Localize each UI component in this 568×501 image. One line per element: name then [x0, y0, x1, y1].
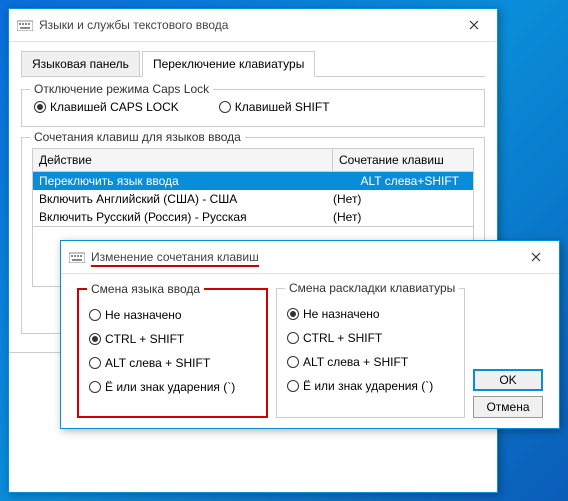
hotkey-combo: (Нет): [333, 192, 467, 206]
main-titlebar: Языки и службы текстового ввода: [9, 9, 497, 42]
hotkey-action: Включить Английский (США) - США: [39, 192, 333, 206]
hotkeys-legend: Сочетания клавиш для языков ввода: [30, 130, 245, 144]
radio-label: Не назначено: [303, 307, 380, 321]
hotkey-row[interactable]: Включить Русский (Россия) - Русская (Нет…: [33, 208, 473, 226]
hotkey-list-header: Действие Сочетание клавиш: [32, 148, 474, 171]
radio-label: ALT слева + SHIFT: [105, 356, 210, 370]
layout-radio-ctrlshift[interactable]: CTRL + SHIFT: [287, 331, 454, 345]
capslock-radio-shift[interactable]: Клавишей SHIFT: [219, 100, 330, 114]
modal-content: Смена языка ввода Не назначено CTRL + SH…: [61, 274, 559, 428]
modal-titlebar: Изменение сочетания клавиш: [61, 241, 559, 274]
radio-dot-icon: [287, 332, 299, 344]
radio-dot-icon: [89, 333, 101, 345]
modal-title: Изменение сочетания клавиш: [91, 250, 521, 264]
capslock-radio-caps[interactable]: Клавишей CAPS LOCK: [34, 100, 179, 114]
layout-radio-altshift[interactable]: ALT слева + SHIFT: [287, 355, 454, 369]
main-title: Языки и службы текстового ввода: [39, 18, 459, 32]
modal-buttons: OK Отмена: [473, 288, 543, 418]
input-lang-legend: Смена языка ввода: [87, 282, 204, 296]
radio-label: CTRL + SHIFT: [303, 331, 382, 345]
radio-label: Ё или знак ударения (`): [303, 379, 433, 393]
hotkey-row[interactable]: Включить Английский (США) - США (Нет): [33, 190, 473, 208]
layout-radio-none[interactable]: Не назначено: [287, 307, 454, 321]
lang-radio-grave[interactable]: Ё или знак ударения (`): [89, 380, 256, 394]
hotkey-combo: ALT слева+SHIFT: [333, 174, 467, 188]
col-combo: Сочетание клавиш: [333, 149, 473, 171]
radio-label: ALT слева + SHIFT: [303, 355, 408, 369]
radio-dot-icon: [287, 308, 299, 320]
radio-dot-icon: [34, 101, 46, 113]
modal-window: Изменение сочетания клавиш Смена языка в…: [60, 240, 560, 429]
hotkey-list[interactable]: Переключить язык ввода ALT слева+SHIFT В…: [32, 171, 474, 227]
lang-radio-ctrlshift[interactable]: CTRL + SHIFT: [89, 332, 256, 346]
hotkey-action: Переключить язык ввода: [39, 174, 333, 188]
lang-radio-altshift[interactable]: ALT слева + SHIFT: [89, 356, 256, 370]
tab-bar: Языковая панель Переключение клавиатуры: [21, 50, 485, 77]
tab-language-bar[interactable]: Языковая панель: [21, 51, 140, 77]
radio-dot-icon: [89, 381, 101, 393]
layout-group: Смена раскладки клавиатуры Не назначено …: [276, 288, 465, 418]
tab-keyboard-switch[interactable]: Переключение клавиатуры: [142, 51, 315, 77]
capslock-radio-shift-label: Клавишей SHIFT: [235, 100, 330, 114]
radio-dot-icon: [219, 101, 231, 113]
radio-label: CTRL + SHIFT: [105, 332, 184, 346]
lang-radio-none[interactable]: Не назначено: [89, 308, 256, 322]
hotkey-row[interactable]: Переключить язык ввода ALT слева+SHIFT: [33, 172, 473, 190]
radio-dot-icon: [89, 357, 101, 369]
radio-dot-icon: [287, 380, 299, 392]
radio-dot-icon: [89, 309, 101, 321]
keyboard-icon: [69, 249, 85, 265]
keyboard-icon: [17, 17, 33, 33]
layout-radio-grave[interactable]: Ё или знак ударения (`): [287, 379, 454, 393]
radio-dot-icon: [287, 356, 299, 368]
hotkey-action: Включить Русский (Россия) - Русская: [39, 210, 333, 224]
modal-close-button[interactable]: [521, 247, 551, 267]
radio-label: Не назначено: [105, 308, 182, 322]
capslock-group: Отключение режима Caps Lock Клавишей CAP…: [21, 89, 485, 127]
col-action: Действие: [33, 149, 333, 171]
input-lang-group: Смена языка ввода Не назначено CTRL + SH…: [77, 288, 268, 418]
modal-cancel-button[interactable]: Отмена: [473, 396, 543, 418]
layout-legend: Смена раскладки клавиатуры: [285, 281, 459, 295]
capslock-radio-caps-label: Клавишей CAPS LOCK: [50, 100, 179, 114]
capslock-legend: Отключение режима Caps Lock: [30, 82, 213, 96]
hotkey-combo: (Нет): [333, 210, 467, 224]
main-close-button[interactable]: [459, 15, 489, 35]
modal-ok-button[interactable]: OK: [473, 369, 543, 391]
radio-label: Ё или знак ударения (`): [105, 380, 235, 394]
